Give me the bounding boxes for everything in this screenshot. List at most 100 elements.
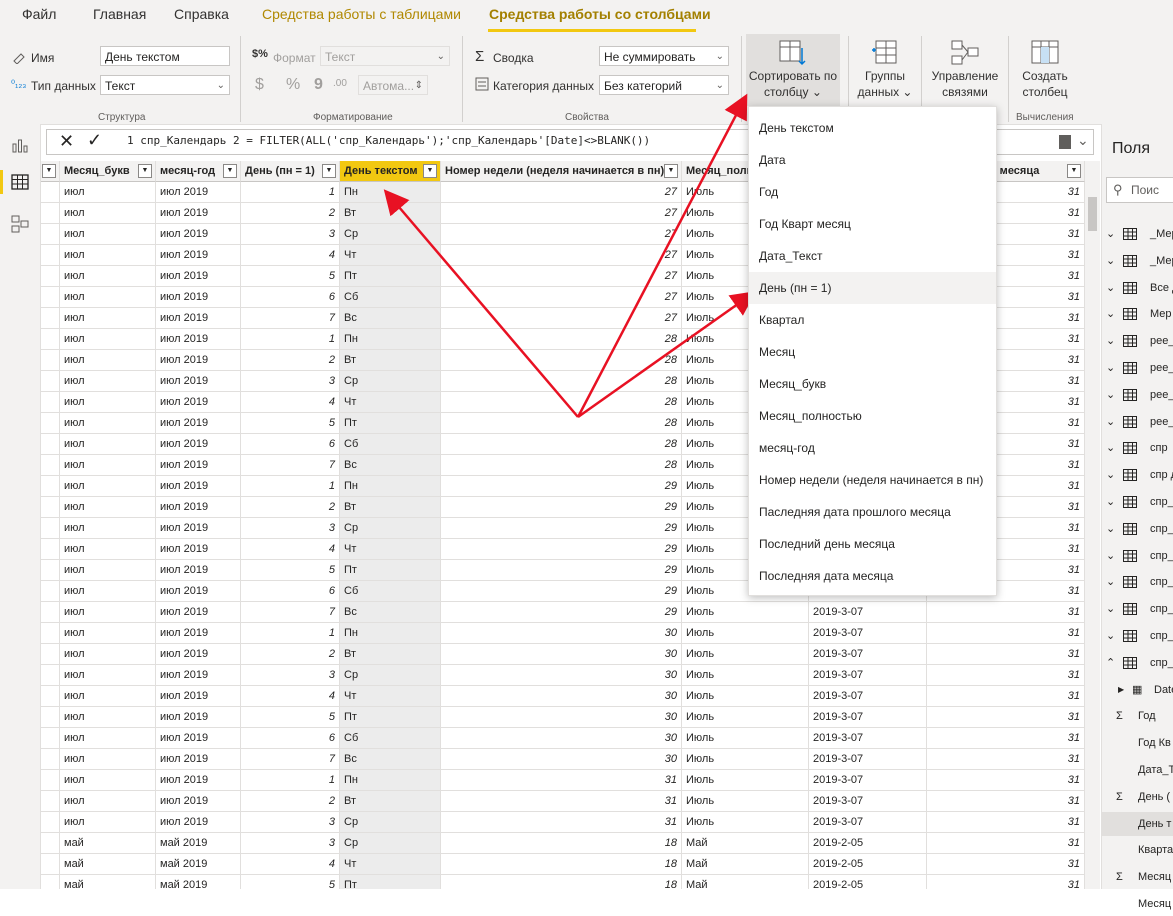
table-cell[interactable]: Чт xyxy=(340,245,441,266)
row-selector[interactable] xyxy=(41,203,60,224)
table-cell[interactable]: Вс xyxy=(340,602,441,623)
field-list-item[interactable]: ⌄ рее_ xyxy=(1102,329,1173,353)
row-selector[interactable] xyxy=(41,266,60,287)
sort-option[interactable]: Последний день месяца xyxy=(749,528,996,560)
table-cell[interactable]: 31 xyxy=(927,644,1085,665)
table-cell[interactable]: Сб xyxy=(340,581,441,602)
table-cell[interactable]: июл xyxy=(60,686,156,707)
sort-option[interactable]: День (пн = 1) xyxy=(749,272,996,304)
table-cell[interactable]: май xyxy=(60,833,156,854)
table-cell[interactable]: 3 xyxy=(241,812,340,833)
chevron-down-icon[interactable]: ⌄ xyxy=(1106,517,1115,541)
table-cell[interactable]: 2019-3-07 xyxy=(809,791,927,812)
table-cell[interactable]: 31 xyxy=(927,728,1085,749)
fields-search-input[interactable]: ⚲ Поис xyxy=(1106,177,1173,203)
table-cell[interactable]: 2019-3-07 xyxy=(809,812,927,833)
column-header[interactable]: День (пн = 1) ▼ xyxy=(241,161,340,182)
table-cell[interactable]: июл 2019 xyxy=(156,749,241,770)
row-selector[interactable] xyxy=(41,329,60,350)
chevron-down-icon[interactable]: ⌄ xyxy=(1106,276,1115,300)
table-cell[interactable]: 31 xyxy=(927,749,1085,770)
table-cell[interactable]: июл 2019 xyxy=(156,392,241,413)
cancel-formula-icon[interactable]: ✕ xyxy=(59,131,74,152)
row-selector[interactable] xyxy=(41,434,60,455)
formula-expand-icon[interactable] xyxy=(1059,135,1071,149)
table-row[interactable]: июл июл 2019 7 Вс 29 Июль 2019-3-07 31 xyxy=(41,602,1085,623)
table-cell[interactable]: Пн xyxy=(340,770,441,791)
table-cell[interactable]: Май xyxy=(682,833,809,854)
table-cell[interactable]: 6 xyxy=(241,287,340,308)
table-cell[interactable]: 5 xyxy=(241,266,340,287)
table-cell[interactable]: Июль xyxy=(682,749,809,770)
table-cell[interactable]: 2019-3-07 xyxy=(809,665,927,686)
table-cell[interactable]: июл xyxy=(60,329,156,350)
menu-column-tools[interactable]: Средства работы со столбцами xyxy=(489,6,711,22)
chevron-down-icon[interactable]: ⌄ xyxy=(1106,302,1115,326)
field-list-item[interactable]: ⌃ спр_ xyxy=(1102,651,1173,675)
new-column-button[interactable]: Создать столбец xyxy=(1012,34,1078,100)
table-cell[interactable]: 2019-2-05 xyxy=(809,854,927,875)
menu-file[interactable]: Файл xyxy=(22,6,56,22)
row-selector[interactable] xyxy=(41,497,60,518)
table-cell[interactable]: Пт xyxy=(340,266,441,287)
table-row[interactable]: июл июл 2019 2 Вт 30 Июль 2019-3-07 31 xyxy=(41,644,1085,665)
name-field[interactable]: День текстом xyxy=(100,46,230,66)
chevron-down-icon[interactable]: ⌄ xyxy=(1106,222,1115,246)
table-cell[interactable]: июл 2019 xyxy=(156,707,241,728)
sort-option[interactable]: Дата_Текст xyxy=(749,240,996,272)
table-cell[interactable]: июл xyxy=(60,413,156,434)
table-cell[interactable]: июл xyxy=(60,287,156,308)
table-cell[interactable]: 4 xyxy=(241,245,340,266)
table-cell[interactable]: 2019-2-05 xyxy=(809,875,927,889)
table-cell[interactable]: 2 xyxy=(241,350,340,371)
row-selector[interactable] xyxy=(41,539,60,560)
field-list-item[interactable]: Σ День ( xyxy=(1102,785,1173,809)
table-cell[interactable]: июл 2019 xyxy=(156,560,241,581)
filter-icon[interactable]: ▼ xyxy=(42,164,56,178)
table-cell[interactable]: Ср xyxy=(340,833,441,854)
table-cell[interactable]: Июль xyxy=(682,707,809,728)
table-cell[interactable]: 3 xyxy=(241,224,340,245)
table-cell[interactable]: 4 xyxy=(241,392,340,413)
table-cell[interactable]: 2019-3-07 xyxy=(809,602,927,623)
sort-option[interactable]: Месяц xyxy=(749,336,996,368)
row-selector[interactable] xyxy=(41,875,60,889)
table-cell[interactable]: 31 xyxy=(441,812,682,833)
table-cell[interactable]: июл xyxy=(60,455,156,476)
table-cell[interactable]: июл xyxy=(60,665,156,686)
chevron-down-icon[interactable]: ⌄ xyxy=(1106,544,1115,568)
table-cell[interactable]: июл xyxy=(60,518,156,539)
sort-option[interactable]: Месяц_полностью xyxy=(749,400,996,432)
manage-relationships-button[interactable]: Управление связями xyxy=(926,34,1004,100)
table-cell[interactable]: 28 xyxy=(441,392,682,413)
table-cell[interactable]: 30 xyxy=(441,728,682,749)
table-cell[interactable]: 3 xyxy=(241,371,340,392)
field-list-item[interactable]: ⌄ Все д xyxy=(1102,276,1173,300)
row-selector[interactable] xyxy=(41,644,60,665)
table-cell[interactable]: 6 xyxy=(241,581,340,602)
table-cell[interactable]: 4 xyxy=(241,686,340,707)
table-cell[interactable]: Ср xyxy=(340,224,441,245)
comma-button[interactable]: 9 xyxy=(314,76,323,94)
currency-button[interactable]: $ xyxy=(255,76,264,94)
row-selector[interactable] xyxy=(41,581,60,602)
chevron-down-icon[interactable]: ⌄ xyxy=(1106,249,1115,273)
row-selector[interactable] xyxy=(41,560,60,581)
table-cell[interactable]: 2019-3-07 xyxy=(809,770,927,791)
table-cell[interactable]: июл 2019 xyxy=(156,665,241,686)
menu-table-tools[interactable]: Средства работы с таблицами xyxy=(262,6,461,22)
table-cell[interactable]: 27 xyxy=(441,245,682,266)
table-cell[interactable]: 1 xyxy=(241,770,340,791)
row-selector[interactable] xyxy=(41,371,60,392)
table-cell[interactable]: июл 2019 xyxy=(156,812,241,833)
table-cell[interactable]: Вт xyxy=(340,644,441,665)
table-cell[interactable]: июл xyxy=(60,182,156,203)
table-cell[interactable]: 30 xyxy=(441,749,682,770)
table-cell[interactable]: июл 2019 xyxy=(156,455,241,476)
table-cell[interactable]: июл xyxy=(60,770,156,791)
row-selector[interactable] xyxy=(41,791,60,812)
column-header[interactable]: месяц-год ▼ xyxy=(156,161,241,182)
field-list-item[interactable]: ⌄ спр д xyxy=(1102,463,1173,487)
table-cell[interactable]: июл xyxy=(60,644,156,665)
sort-option[interactable]: месяц-год xyxy=(749,432,996,464)
